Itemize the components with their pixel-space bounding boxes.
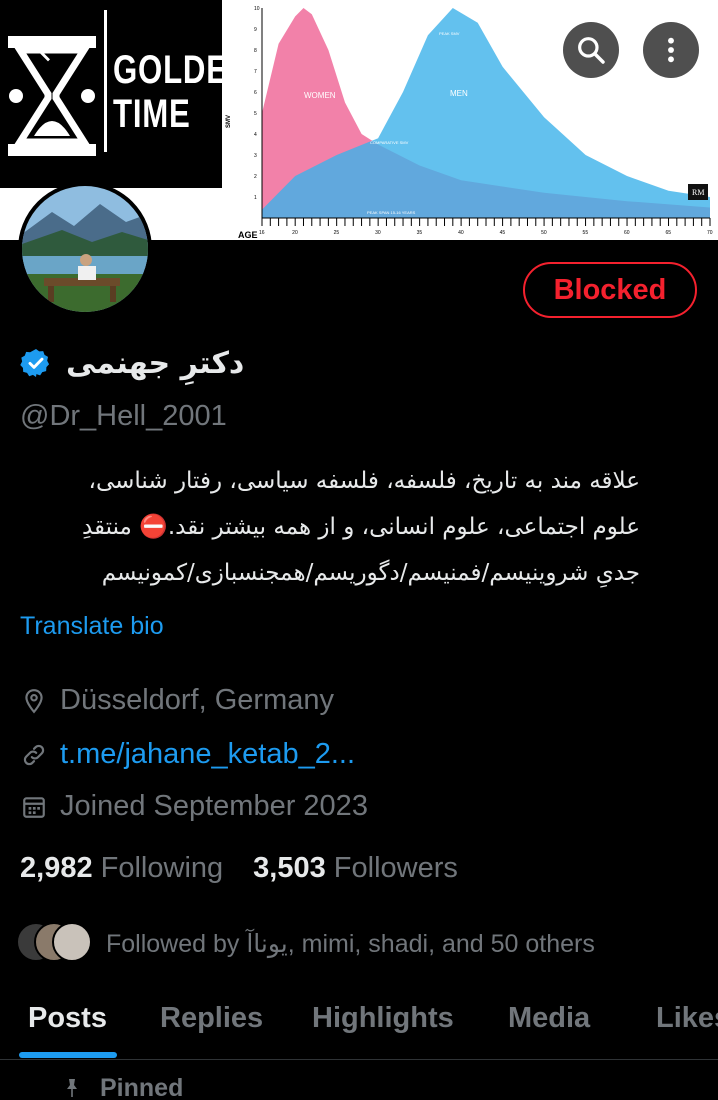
men-label: MEN <box>450 89 468 98</box>
avatar[interactable] <box>18 182 152 316</box>
location-text: Düsseldorf, Germany <box>60 684 334 716</box>
logo-divider <box>104 10 107 152</box>
arrow-left-icon <box>36 38 60 62</box>
y-tick-label: 7 <box>254 69 257 75</box>
y-axis-title: SMV <box>226 115 232 128</box>
follower-avatars <box>16 922 96 966</box>
x-axis-title: AGE <box>238 230 258 240</box>
blocked-button[interactable]: Blocked <box>523 262 697 318</box>
peak-smv-men-label: PEAK SMV <box>439 31 460 36</box>
y-tick-label: 1 <box>254 195 257 201</box>
tab-posts[interactable]: Posts <box>28 1002 107 1035</box>
x-tick-label: 35 <box>417 230 423 236</box>
more-vertical-icon <box>668 37 674 63</box>
pinned-label: Pinned <box>100 1074 184 1100</box>
avatar <box>52 922 92 962</box>
more-options-button[interactable] <box>643 22 699 78</box>
followed-by-row[interactable]: Followed by یوناآ, mimi, shadi, and 50 o… <box>16 922 595 966</box>
search-icon <box>578 37 605 64</box>
x-tick-label: 30 <box>375 230 381 236</box>
translate-bio-link[interactable]: Translate bio <box>20 612 164 641</box>
x-tick-label: 60 <box>624 230 630 236</box>
website-link[interactable]: t.me/jahane_ketab_2... <box>60 738 355 771</box>
following-link[interactable]: 2,982 Following <box>20 852 223 885</box>
peak-smv-women-label: PEAK SMV <box>316 10 337 15</box>
search-button[interactable] <box>563 22 619 78</box>
y-tick-label: 5 <box>254 111 257 117</box>
follow-stats: 2,982 Following 3,503 Followers <box>20 852 458 885</box>
profile-tabs: Posts Replies Highlights Media Likes <box>0 990 718 1060</box>
bio-line: علاقه مند به تاریخ، فلسفه، فلسفه سیاسی، … <box>88 468 640 494</box>
y-tick-label: 2 <box>254 174 257 180</box>
y-tick-label: 10 <box>254 6 260 12</box>
followers-count: 3,503 <box>253 852 326 884</box>
location-row: Düsseldorf, Germany <box>20 684 334 717</box>
following-count: 2,982 <box>20 852 93 884</box>
user-handle: @Dr_Hell_2001 <box>20 400 227 432</box>
y-tick-label: 3 <box>254 153 257 159</box>
bio-line: علوم اجتماعی، علوم انسانی، و از همه بیشت… <box>81 514 640 540</box>
location-pin-icon <box>20 687 48 715</box>
website-row: t.me/jahane_ketab_2... <box>20 738 355 771</box>
comparative-smv-label: COMPARATIVE SMV <box>370 140 409 145</box>
y-tick-label: 8 <box>254 48 257 54</box>
pin-icon <box>67 1078 77 1097</box>
tab-likes[interactable]: Likes <box>656 1002 718 1035</box>
pinned-indicator: Pinned <box>60 1074 183 1100</box>
smv-chart: 1234567891016 20 25 30 35 40 45 50 55 60 65 70 WOME… <box>222 0 718 240</box>
women-label: WOMEN <box>304 91 336 100</box>
joined-row: Joined September 2023 <box>20 790 368 823</box>
followers-link[interactable]: 3,503 Followers <box>253 852 458 885</box>
chart-brand-text: RM <box>692 188 704 197</box>
x-tick-label: 40 <box>458 230 464 236</box>
x-tick-label: 20 <box>292 230 298 236</box>
tab-highlights[interactable]: Highlights <box>312 1002 454 1035</box>
followers-label: Followers <box>333 852 458 884</box>
active-tab-indicator <box>19 1052 117 1058</box>
peak-span-label: PEAK SPAN 15-16 YEARS <box>367 210 416 215</box>
calendar-icon <box>20 793 48 821</box>
display-name: دکترِ جهنمی <box>66 345 245 381</box>
x-tick-label: 45 <box>500 230 506 236</box>
joined-date: Joined September 2023 <box>60 790 368 822</box>
x-tick-label: 65 <box>666 230 672 236</box>
tab-replies[interactable]: Replies <box>160 1002 263 1035</box>
y-tick-label: 4 <box>254 132 257 138</box>
x-tick-label: 16 <box>259 230 265 236</box>
y-tick-label: 6 <box>254 90 257 96</box>
x-tick-label: 50 <box>541 230 547 236</box>
profile-name-row: دکترِ جهنمی <box>20 340 244 386</box>
back-button[interactable] <box>20 22 76 78</box>
link-icon <box>20 741 48 769</box>
following-label: Following <box>100 852 224 884</box>
y-tick-label: 9 <box>254 27 257 33</box>
avatar-image <box>22 186 148 312</box>
bio-line: جدیِ شروینیسم/فمنیسم/دگوریسم/همجنسبازی/ک… <box>101 560 640 586</box>
x-tick-label: 25 <box>334 230 340 236</box>
tab-media[interactable]: Media <box>508 1002 590 1035</box>
followed-by-text: Followed by یوناآ, mimi, shadi, and 50 o… <box>106 930 595 958</box>
profile-bio: علاقه مند به تاریخ، فلسفه، فلسفه سیاسی، … <box>20 458 640 596</box>
x-tick-label: 70 <box>707 230 713 236</box>
x-tick-label: 55 <box>583 230 589 236</box>
verified-badge-icon[interactable] <box>20 347 52 379</box>
